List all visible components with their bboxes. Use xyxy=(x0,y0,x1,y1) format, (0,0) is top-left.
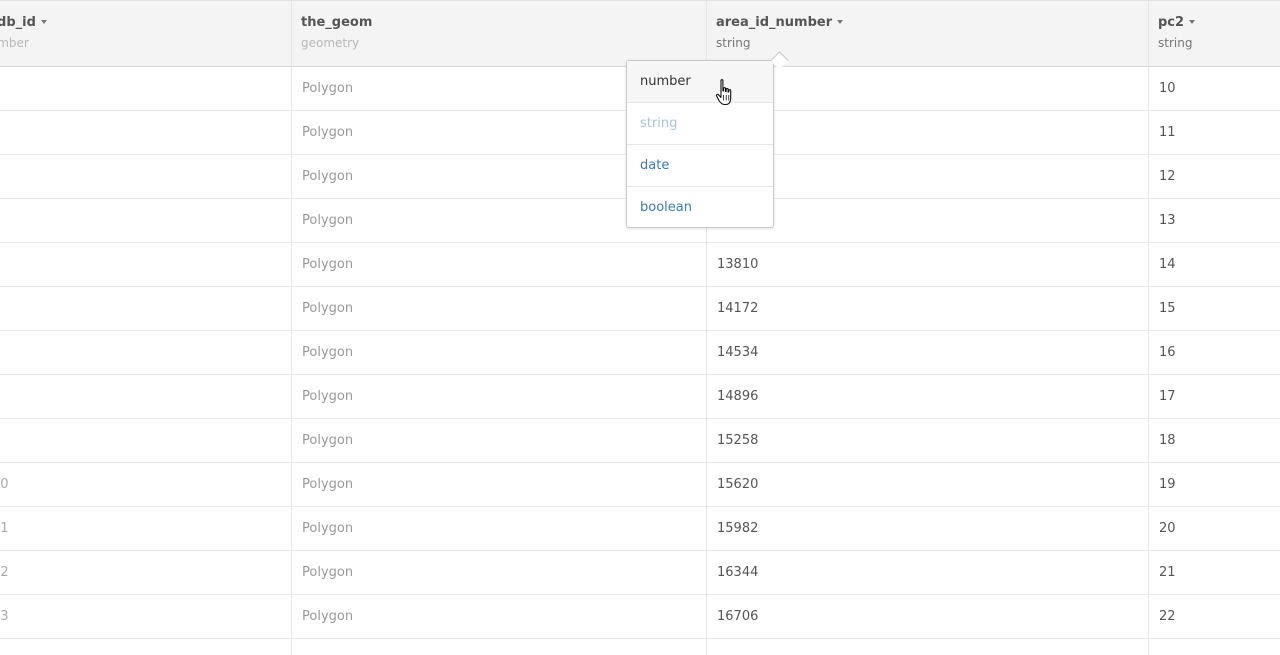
cell-the-geom[interactable]: Polygon xyxy=(302,551,692,594)
cell-area-id-number[interactable] xyxy=(717,111,1137,154)
cell-the-geom[interactable]: Polygon xyxy=(302,331,692,374)
type-option-boolean[interactable]: boolean xyxy=(627,187,773,229)
cell-cartodb-id[interactable] xyxy=(0,155,60,198)
table-row: Polygon 15258 18 xyxy=(0,419,1280,463)
cell-area-id-number[interactable]: 14896 xyxy=(717,375,1137,418)
column-type-dropdown: number string date boolean xyxy=(626,51,789,229)
cell-pc2[interactable]: 20 xyxy=(1159,507,1269,550)
cell-area-id-number[interactable] xyxy=(717,67,1137,110)
cell-the-geom[interactable]: Polygon xyxy=(302,595,692,638)
cell-area-id-number[interactable]: 15982 xyxy=(717,507,1137,550)
column-name-label: pc2 xyxy=(1158,15,1185,30)
cell-area-id-number[interactable]: 14172 xyxy=(717,287,1137,330)
table-row: 12 Polygon 16344 21 xyxy=(0,551,1280,595)
cell-pc2[interactable]: 12 xyxy=(1159,155,1269,198)
type-option-number[interactable]: number xyxy=(627,61,773,103)
table-row: Polygon 14534 16 xyxy=(0,331,1280,375)
cell-cartodb-id[interactable] xyxy=(0,331,60,374)
table-row: Polygon 13810 14 xyxy=(0,243,1280,287)
type-option-date[interactable]: date xyxy=(627,145,773,187)
table-row: 11 Polygon 15982 20 xyxy=(0,507,1280,551)
cell-the-geom[interactable]: Polygon xyxy=(302,287,692,330)
column-name-cartodb-id[interactable]: cartodb_id xyxy=(0,15,47,30)
table-row: 13 Polygon 16706 22 xyxy=(0,595,1280,639)
cell-pc2[interactable]: 19 xyxy=(1159,463,1269,506)
cell-the-geom[interactable]: Polygon xyxy=(302,463,692,506)
type-option-string: string xyxy=(627,103,773,145)
column-name-pc2[interactable]: pc2 xyxy=(1158,15,1196,30)
column-type-pc2[interactable]: string xyxy=(1158,36,1192,50)
cell-area-id-number[interactable]: 16344 xyxy=(717,551,1137,594)
cell-cartodb-id[interactable] xyxy=(0,243,60,286)
column-name-area-id-number[interactable]: area_id_number xyxy=(716,15,844,30)
cell-area-id-number[interactable]: 15258 xyxy=(717,419,1137,462)
cell-the-geom[interactable]: Polygon xyxy=(302,243,692,286)
table-header: cartodb_id number the_geom geometry area… xyxy=(0,0,1280,67)
cell-cartodb-id[interactable]: 13 xyxy=(0,595,60,638)
cell-pc2[interactable]: 14 xyxy=(1159,243,1269,286)
column-name-the-geom[interactable]: the_geom xyxy=(301,15,372,30)
column-name-label: area_id_number xyxy=(716,15,833,30)
cell-pc2[interactable]: 15 xyxy=(1159,287,1269,330)
column-header-the-geom[interactable]: the_geom geometry xyxy=(291,1,705,67)
cell-cartodb-id[interactable] xyxy=(0,111,60,154)
column-header-pc2[interactable]: pc2 string xyxy=(1149,1,1280,67)
cell-pc2[interactable]: 21 xyxy=(1159,551,1269,594)
cell-cartodb-id[interactable]: 12 xyxy=(0,551,60,594)
caret-down-icon[interactable] xyxy=(837,19,844,24)
cell-the-geom[interactable]: Polygon xyxy=(302,507,692,550)
cell-cartodb-id[interactable] xyxy=(0,67,60,110)
cell-pc2[interactable]: 13 xyxy=(1159,199,1269,242)
column-type-cartodb-id[interactable]: number xyxy=(0,36,29,50)
cell-cartodb-id[interactable] xyxy=(0,419,60,462)
column-type-the-geom: geometry xyxy=(301,36,360,50)
table-row: 10 Polygon 15620 19 xyxy=(0,463,1280,507)
table-row: Polygon 14172 15 xyxy=(0,287,1280,331)
cell-cartodb-id[interactable]: 11 xyxy=(0,507,60,550)
hand-pointer-icon xyxy=(715,79,732,106)
cell-cartodb-id[interactable] xyxy=(0,375,60,418)
caret-down-icon[interactable] xyxy=(1189,19,1196,24)
column-type-area-id-number[interactable]: string xyxy=(716,36,750,50)
cell-area-id-number[interactable]: 16706 xyxy=(717,595,1137,638)
cell-area-id-number[interactable]: 15620 xyxy=(717,463,1137,506)
column-header-cartodb-id[interactable]: cartodb_id number xyxy=(0,1,290,67)
cell-pc2[interactable]: 16 xyxy=(1159,331,1269,374)
cell-the-geom[interactable]: Polygon xyxy=(302,375,692,418)
cell-pc2[interactable]: 22 xyxy=(1159,595,1269,638)
column-name-label: cartodb_id xyxy=(0,15,36,30)
cell-the-geom[interactable]: Polygon xyxy=(302,419,692,462)
cell-area-id-number[interactable]: 14534 xyxy=(717,331,1137,374)
cell-area-id-number[interactable] xyxy=(717,155,1137,198)
cell-area-id-number[interactable] xyxy=(717,199,1137,242)
cell-pc2[interactable]: 11 xyxy=(1159,111,1269,154)
cell-pc2[interactable]: 18 xyxy=(1159,419,1269,462)
cell-pc2[interactable]: 10 xyxy=(1159,67,1269,110)
cell-cartodb-id[interactable] xyxy=(0,287,60,330)
cell-area-id-number[interactable]: 13810 xyxy=(717,243,1137,286)
cell-cartodb-id[interactable]: 10 xyxy=(0,463,60,506)
cell-pc2[interactable]: 17 xyxy=(1159,375,1269,418)
table-row: Polygon 14896 17 xyxy=(0,375,1280,419)
caret-down-icon[interactable] xyxy=(40,19,47,24)
cell-cartodb-id[interactable] xyxy=(0,199,60,242)
